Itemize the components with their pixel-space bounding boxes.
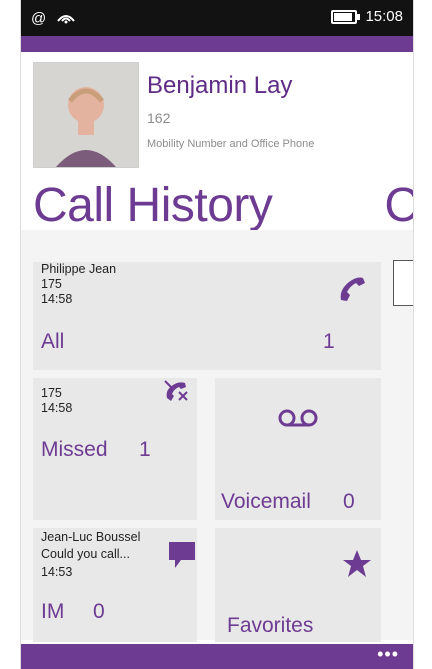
tile-im[interactable]: Jean-Luc Boussel Could you call... 14:53…	[33, 528, 197, 642]
more-options-button[interactable]: •••	[377, 644, 399, 665]
app-bar: •••	[21, 644, 413, 669]
contact-devices: Mobility Number and Office Phone	[147, 138, 315, 150]
page-title: Call History	[33, 179, 273, 232]
at-sign-icon: @	[31, 9, 47, 27]
avatar[interactable]	[33, 62, 139, 168]
app-frame: @ 15:08 Benjamin Lay 162 Mobility Number…	[20, 0, 414, 669]
chat-icon	[167, 540, 197, 575]
im-count: 0	[93, 600, 105, 623]
all-label: All	[41, 330, 65, 353]
status-bar: @ 15:08	[21, 0, 413, 36]
im-time: 14:53	[41, 565, 73, 579]
wifi-icon	[56, 8, 76, 28]
all-caller-name: Philippe Jean	[41, 262, 117, 276]
missed-count: 1	[139, 438, 151, 461]
missed-call-time: 14:58	[41, 401, 73, 415]
tile-favorites[interactable]: Favorites	[215, 528, 381, 642]
favorites-label: Favorites	[227, 614, 314, 637]
next-page-title-peek[interactable]: C	[384, 178, 413, 233]
contact-extension: 162	[147, 110, 171, 126]
all-call-time: 14:58	[41, 292, 73, 306]
contact-name: Benjamin Lay	[147, 72, 293, 99]
status-time: 15:08	[365, 8, 403, 25]
status-icons-left: @	[31, 8, 76, 28]
phone-icon	[335, 272, 369, 311]
tile-missed[interactable]: 175 14:58 Missed 1	[33, 378, 197, 520]
missed-call-icon	[161, 378, 193, 413]
voicemail-icon	[277, 408, 319, 433]
missed-label: Missed	[41, 438, 108, 461]
status-icons-right: 15:08	[331, 8, 403, 25]
voicemail-label: Voicemail	[221, 490, 311, 513]
tile-voicemail[interactable]: Voicemail 0	[215, 378, 381, 520]
voicemail-count: 0	[343, 490, 355, 513]
next-pivot-tile-peek[interactable]	[393, 260, 413, 306]
im-preview: Could you call...	[41, 547, 130, 561]
tile-all[interactable]: Philippe Jean 175 14:58 All 1	[33, 262, 381, 370]
im-sender: Jean-Luc Boussel	[41, 530, 141, 544]
accent-strip	[21, 36, 413, 52]
all-count: 1	[323, 330, 335, 353]
battery-icon	[331, 9, 361, 24]
im-label: IM	[41, 600, 65, 623]
phone-screen: @ 15:08 Benjamin Lay 162 Mobility Number…	[0, 0, 432, 669]
contact-header: Benjamin Lay 162 Mobility Number and Off…	[21, 52, 413, 182]
missed-caller-number: 175	[41, 386, 62, 400]
battery-fill	[334, 12, 353, 21]
star-icon	[341, 548, 373, 585]
all-caller-number: 175	[41, 277, 62, 291]
